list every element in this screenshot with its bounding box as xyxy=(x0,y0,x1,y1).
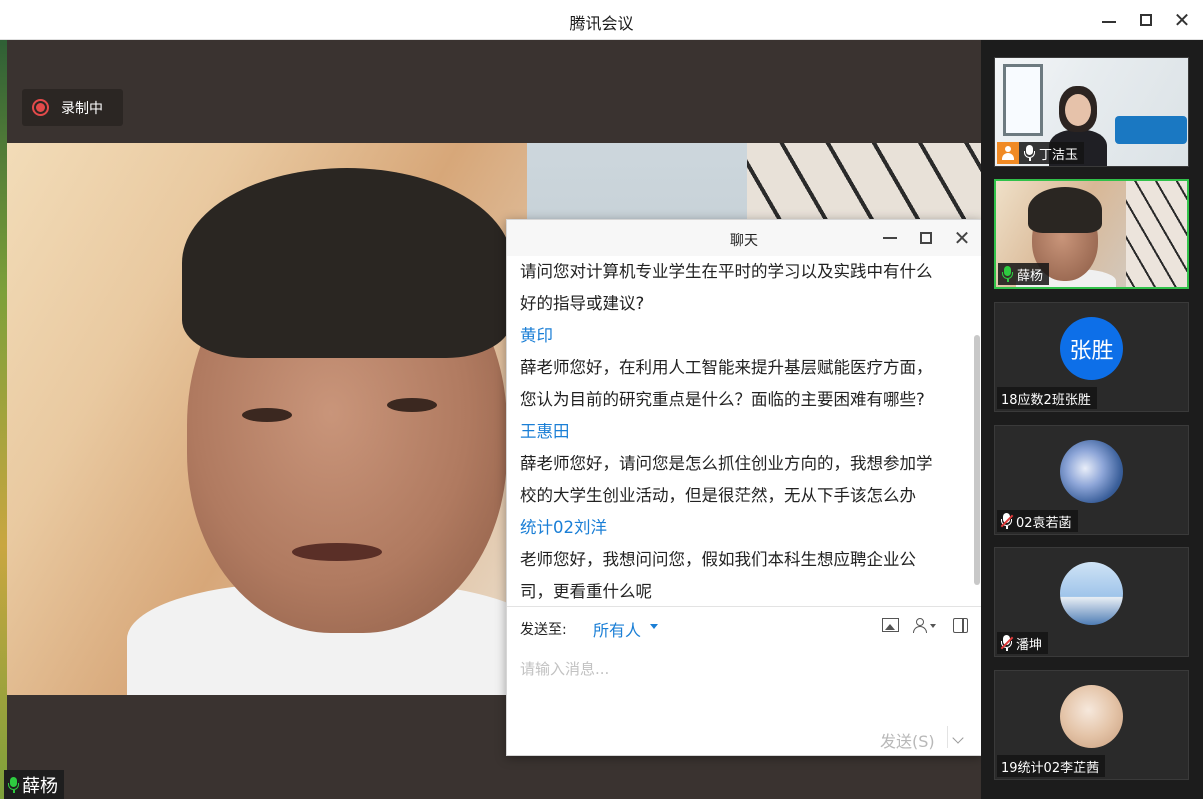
participant-tile[interactable]: 19统计02李芷茜 xyxy=(994,670,1189,780)
chat-scrollbar[interactable] xyxy=(974,335,980,585)
microphone-icon xyxy=(1002,266,1013,282)
message-sender[interactable]: 王惠田 xyxy=(520,416,973,448)
microphone-icon xyxy=(1024,145,1035,161)
user-icon xyxy=(916,618,924,626)
avatar xyxy=(1060,440,1123,503)
message-text: 校的大学生创业活动，但是很茫然，无从下手该怎么办 xyxy=(520,486,916,505)
participant-name: 18应数2班张胜 xyxy=(1001,392,1091,408)
send-to-label: 发送至: xyxy=(520,622,567,638)
main-speaker-tag: 薛杨 xyxy=(4,770,64,799)
message-text: 司，更看重什么呢 xyxy=(520,582,652,601)
participant-name-tag: 薛杨 xyxy=(998,263,1050,285)
close-icon: ✕ xyxy=(953,226,971,250)
message-text: 薛老师您好，请问您是怎么抓住创业方向的，我想参加学 xyxy=(520,454,933,473)
participant-tile[interactable]: 张胜 18应数2班张胜 xyxy=(994,302,1189,412)
chat-minimize-button[interactable] xyxy=(879,228,901,248)
avatar xyxy=(1060,685,1123,748)
participant-name: 薛杨 xyxy=(1017,268,1044,284)
avatar xyxy=(1060,562,1123,625)
mention-button[interactable] xyxy=(912,616,936,636)
send-button[interactable]: 发送(S) xyxy=(880,728,935,752)
minimize-icon xyxy=(883,237,897,239)
participant-name-tag: 02袁若菡 xyxy=(997,510,1078,532)
maximize-icon xyxy=(1140,14,1152,26)
participant-name-tag: 丁洁玉 xyxy=(997,142,1085,164)
chevron-down-icon[interactable] xyxy=(952,732,964,744)
participant-tile[interactable]: 薛杨 xyxy=(994,179,1189,289)
chat-message-list[interactable]: 请问您对计算机专业学生在平时的学习以及实践中有什么 好的指导或建议? 黄印 薛老… xyxy=(507,256,973,606)
participant-tile[interactable]: 02袁若菡 xyxy=(994,425,1189,535)
chat-close-button[interactable]: ✕ xyxy=(951,228,973,248)
recording-label: 录制中 xyxy=(61,100,103,117)
participant-tile[interactable]: 丁洁玉 xyxy=(994,57,1189,167)
divider xyxy=(507,606,981,607)
participant-tile[interactable]: 潘坤 xyxy=(994,547,1189,657)
message-text: 薛老师您好，在利用人工智能来提升基层赋能医疗方面， xyxy=(520,358,933,377)
chat-title: 聊天 xyxy=(730,233,758,249)
chat-header[interactable]: 聊天 ✕ xyxy=(507,220,981,256)
chat-input[interactable] xyxy=(520,649,960,689)
maximize-button[interactable] xyxy=(1131,6,1161,34)
participant-name: 02袁若菡 xyxy=(1016,515,1072,531)
divider xyxy=(947,726,948,748)
recording-badge[interactable]: 录制中 xyxy=(22,89,123,126)
close-icon: ✕ xyxy=(1173,8,1191,32)
participant-name: 潘坤 xyxy=(1016,637,1043,653)
participant-name-tag: 19统计02李芷茜 xyxy=(997,755,1106,777)
message-sender[interactable]: 统计02刘洋 xyxy=(520,512,973,544)
minimize-button[interactable] xyxy=(1094,6,1124,34)
participant-name: 丁洁玉 xyxy=(1039,147,1079,163)
host-icon xyxy=(997,142,1019,164)
avatar: 张胜 xyxy=(1060,317,1123,380)
send-to-dropdown[interactable]: 所有人 xyxy=(593,617,641,641)
record-icon xyxy=(32,99,49,116)
microphone-muted-icon xyxy=(1001,513,1012,529)
meeting-window: 腾讯会议 ✕ 录制中 薛杨 聊天 ✕ 请问您对计算机专业学生在平时的学习以及实践… xyxy=(0,0,1203,799)
participant-name: 19统计02李芷茜 xyxy=(1001,760,1100,776)
participant-name-tag: 潘坤 xyxy=(997,632,1049,654)
desktop-edge xyxy=(0,40,7,799)
message-sender[interactable]: 黄印 xyxy=(520,320,973,352)
chat-panel: 聊天 ✕ 请问您对计算机专业学生在平时的学习以及实践中有什么 好的指导或建议? … xyxy=(506,219,982,756)
image-button[interactable] xyxy=(880,616,902,636)
dock-button[interactable] xyxy=(951,616,973,636)
dock-panel-icon xyxy=(953,618,968,633)
participant-name-tag: 18应数2班张胜 xyxy=(997,387,1097,409)
title-bar: 腾讯会议 ✕ xyxy=(0,0,1203,40)
message-text: 您认为目前的研究重点是什么？面临的主要困难有哪些? xyxy=(520,390,925,409)
window-title: 腾讯会议 xyxy=(569,14,634,33)
chat-maximize-button[interactable] xyxy=(915,228,937,248)
message-text: 老师您好，我想问问您，假如我们本科生想应聘企业公 xyxy=(520,550,916,569)
main-speaker-name: 薛杨 xyxy=(22,775,58,797)
message-text: 好的指导或建议? xyxy=(520,294,645,313)
microphone-muted-icon xyxy=(1001,635,1012,651)
message-text: 请问您对计算机专业学生在平时的学习以及实践中有什么 xyxy=(520,262,933,281)
microphone-icon xyxy=(8,776,19,793)
minimize-icon xyxy=(1102,21,1116,23)
maximize-icon xyxy=(920,232,932,244)
caret-down-icon[interactable] xyxy=(650,624,658,629)
close-button[interactable]: ✕ xyxy=(1167,6,1197,34)
